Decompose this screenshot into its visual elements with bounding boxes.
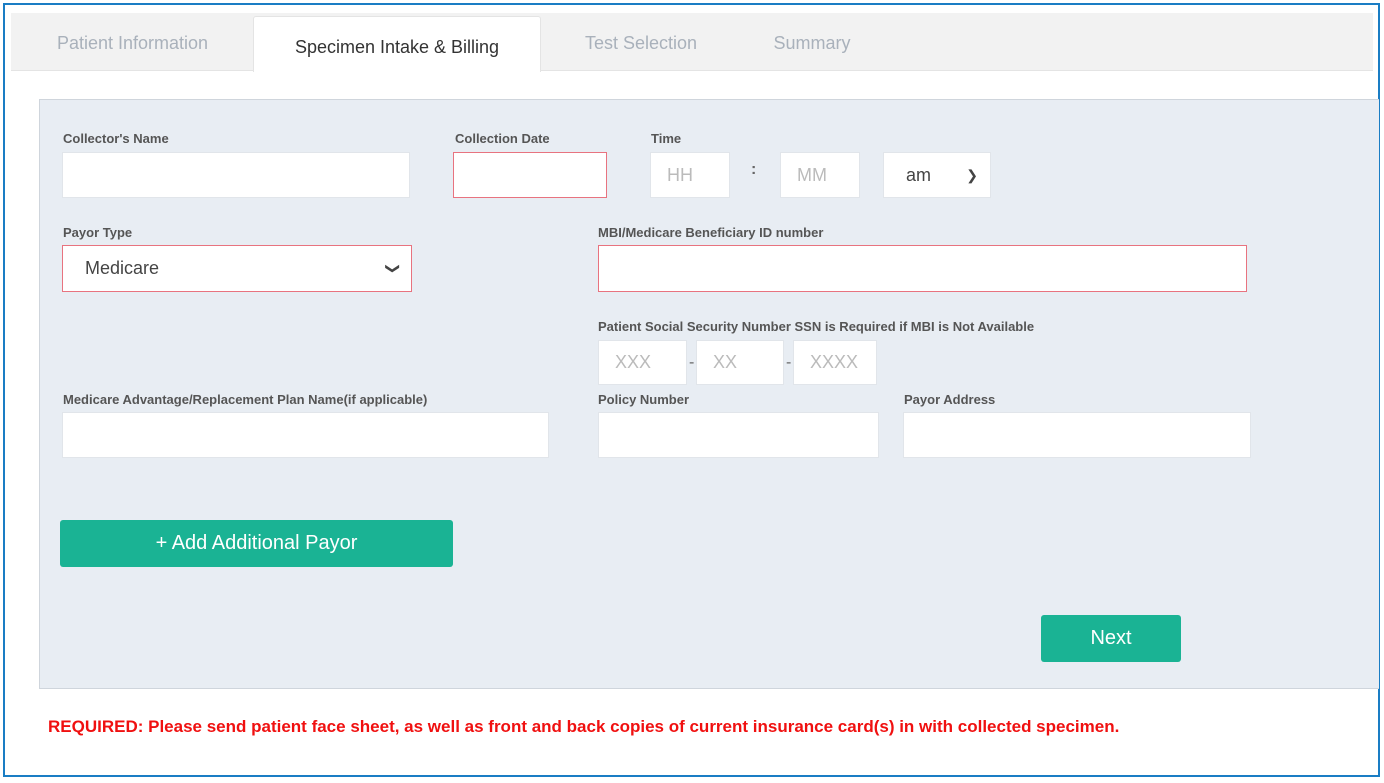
payor-address-label: Payor Address: [904, 392, 996, 407]
tab-specimen-intake-billing[interactable]: Specimen Intake & Billing: [253, 16, 541, 72]
tab-test-selection[interactable]: Test Selection: [566, 13, 716, 71]
mbi-label: MBI/Medicare Beneficiary ID number: [598, 225, 824, 240]
chevron-down-icon: ❯: [966, 166, 978, 183]
ampm-value: am: [906, 164, 932, 185]
payor-address-input[interactable]: [903, 412, 1251, 458]
payor-type-value: Medicare: [85, 258, 160, 278]
add-additional-payor-button[interactable]: + Add Additional Payor: [60, 520, 453, 567]
time-separator: :: [751, 161, 757, 178]
collection-date-label: Collection Date: [455, 131, 550, 146]
ssn-dash: -: [689, 354, 695, 371]
mbi-input[interactable]: [598, 245, 1247, 292]
payor-type-label: Payor Type: [63, 225, 133, 240]
ssn-part2-input[interactable]: XX: [696, 340, 784, 385]
time-label: Time: [651, 131, 682, 146]
chevron-down-icon: ❯: [385, 262, 402, 275]
policy-number-input[interactable]: [598, 412, 879, 458]
tab-patient-information[interactable]: Patient Information: [31, 13, 234, 71]
ssn-part3-input[interactable]: XXXX: [793, 340, 877, 385]
ssn-label: Patient Social Security Number SSN is Re…: [598, 319, 1035, 334]
hour-input[interactable]: HH: [650, 152, 730, 198]
plan-name-label: Medicare Advantage/Replacement Plan Name…: [63, 392, 428, 407]
tab-summary[interactable]: Summary: [751, 13, 873, 71]
next-button[interactable]: Next: [1041, 615, 1181, 662]
tab-bar: Patient Information Specimen Intake & Bi…: [11, 13, 1373, 72]
minute-input[interactable]: MM: [780, 152, 860, 198]
ampm-select[interactable]: am ❯: [883, 152, 991, 198]
collection-date-input[interactable]: [453, 152, 607, 198]
required-notice: REQUIRED: Please send patient face sheet…: [48, 717, 1120, 736]
plan-name-input[interactable]: [62, 412, 549, 458]
collector-name-label: Collector's Name: [63, 131, 169, 146]
ssn-part1-input[interactable]: XXX: [598, 340, 687, 385]
ssn-dash: -: [786, 354, 792, 371]
policy-number-label: Policy Number: [598, 392, 690, 407]
payor-type-select[interactable]: Medicare ❯: [62, 245, 412, 292]
collector-name-input[interactable]: [62, 152, 410, 198]
